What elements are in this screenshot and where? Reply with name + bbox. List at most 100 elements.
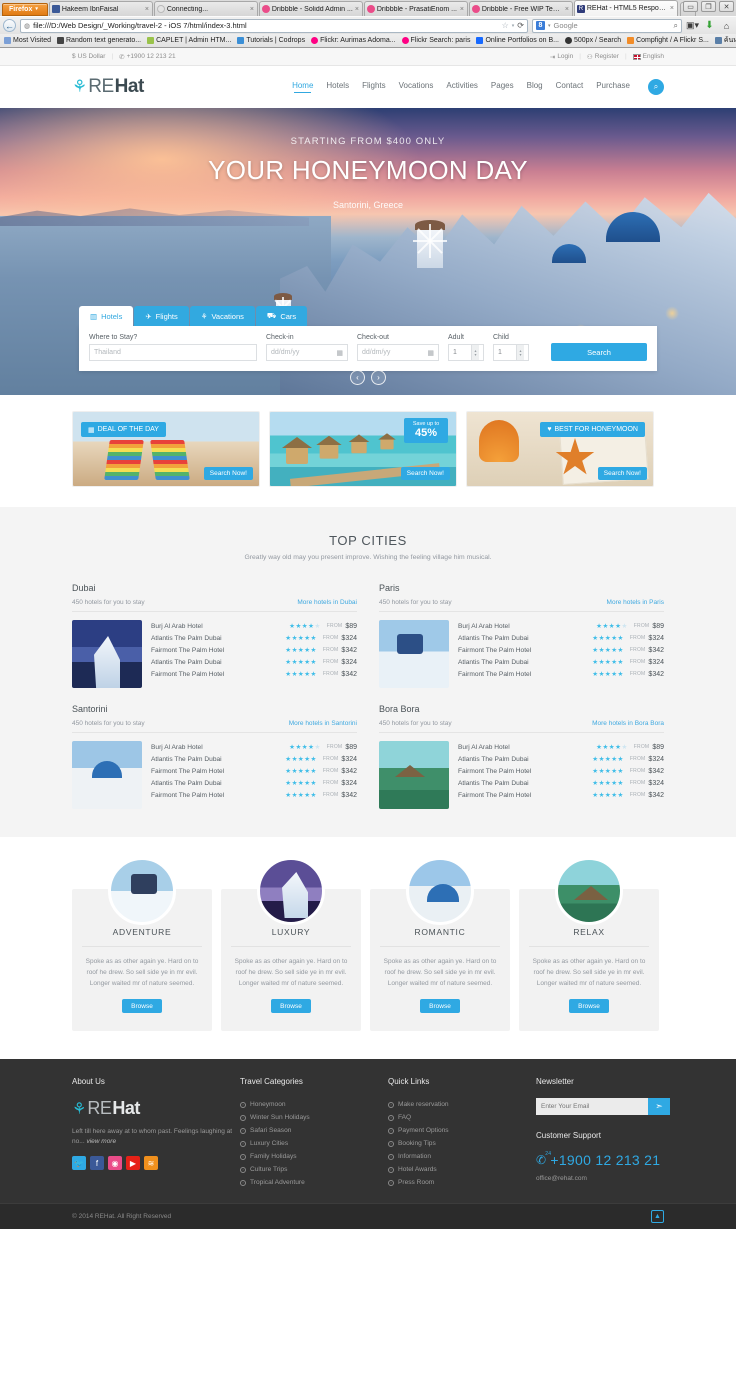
close-window-icon[interactable]: ✕	[719, 1, 734, 12]
nav-item-vocations[interactable]: Vocations	[399, 81, 434, 93]
browser-tab[interactable]: Dribbble - Free WIP Tem... ×	[468, 1, 573, 16]
support-phone[interactable]: ✆ 24 +1900 12 213 21	[536, 1151, 670, 1168]
bora-bora-thumb[interactable]	[379, 741, 449, 809]
search-button[interactable]: Search	[551, 343, 647, 361]
hotel-row[interactable]: Atlantis The Palm Dubai ★★★★★ FROM $324	[151, 753, 357, 765]
support-email[interactable]: office@rehat.com	[536, 1175, 670, 1182]
footer-link[interactable]: › Family Holidays	[240, 1150, 388, 1163]
tab-flights[interactable]: ✈ Flights	[134, 306, 189, 326]
more-hotels-link[interactable]: More hotels in Santorini	[289, 720, 357, 727]
maximize-icon[interactable]: ❐	[701, 1, 716, 12]
more-hotels-link[interactable]: More hotels in Bora Bora	[592, 720, 664, 727]
bookmark-item[interactable]: Online Portfolios on B...	[476, 37, 559, 44]
chevron-down-icon[interactable]: ▾	[548, 23, 551, 29]
bookmark-star-icon[interactable]: ☆	[502, 21, 509, 30]
tab-vacations[interactable]: ⚘ Vacations	[189, 306, 255, 326]
spinner-icon[interactable]: ▴ ▾	[516, 345, 524, 360]
nav-item-pages[interactable]: Pages	[491, 81, 514, 93]
browse-button[interactable]: Browse	[122, 999, 162, 1013]
browse-button[interactable]: Browse	[271, 999, 311, 1013]
footer-link[interactable]: › Payment Options	[388, 1124, 536, 1137]
reload-icon[interactable]: ⟳	[517, 21, 524, 30]
close-icon[interactable]: ×	[250, 6, 255, 13]
twitter-icon[interactable]: 🐦	[72, 1156, 86, 1170]
home-icon[interactable]: ⌂	[720, 21, 733, 31]
bookmark-item[interactable]: 500px / Search	[565, 37, 621, 44]
footer-link[interactable]: › Tropical Adventure	[240, 1176, 388, 1189]
browser-tab[interactable]: Dribbble - PrasatiEnom ... ×	[363, 1, 468, 16]
search-icon[interactable]: ⌕	[648, 79, 664, 95]
browser-tab-active[interactable]: R REHat - HTML5 Responsi... ×	[573, 0, 678, 16]
checkin-input[interactable]: dd/dm/yy ▦	[266, 344, 348, 361]
footer-link[interactable]: › Culture Trips	[240, 1163, 388, 1176]
adult-stepper[interactable]: 1 ▴ ▾	[448, 344, 484, 361]
browser-tab[interactable]: Dribbble - Solidd Admin ... ×	[258, 1, 363, 16]
destination-input[interactable]: Thailand	[89, 344, 257, 361]
hotel-row[interactable]: Atlantis The Palm Dubai ★★★★★ FROM $324	[458, 632, 664, 644]
footer-link[interactable]: › Booking Tips	[388, 1137, 536, 1150]
search-icon[interactable]: ⌕	[674, 21, 678, 31]
footer-link[interactable]: › Safari Season	[240, 1124, 388, 1137]
close-icon[interactable]: ×	[565, 6, 570, 13]
hotel-row[interactable]: Fairmont The Palm Hotel ★★★★★ FROM $342	[458, 644, 664, 656]
topbar-phone[interactable]: ✆ +1900 12 213 21	[119, 53, 175, 61]
youtube-icon[interactable]: ▶	[126, 1156, 140, 1170]
hotel-row[interactable]: Fairmont The Palm Hotel ★★★★★ FROM $342	[458, 668, 664, 680]
spinner-icon[interactable]: ▴ ▾	[471, 345, 479, 360]
scroll-to-top-button[interactable]: ▲	[651, 1210, 664, 1223]
site-logo[interactable]: ⚘ RE Hat	[72, 76, 144, 98]
tab-cars[interactable]: ⛟ Cars	[255, 306, 308, 326]
hotel-row[interactable]: Fairmont The Palm Hotel ★★★★★ FROM $342	[151, 644, 357, 656]
calendar-icon[interactable]: ▦	[427, 349, 434, 357]
browser-tab[interactable]: Connecting... ×	[153, 1, 258, 16]
browser-tab[interactable]: Hakeem IbnFaisal ×	[48, 1, 153, 16]
hotel-row[interactable]: Burj Al Arab Hotel ★★★★★ FROM $89	[458, 741, 664, 753]
newsletter-email-input[interactable]	[536, 1098, 648, 1115]
back-button[interactable]: ←	[3, 19, 16, 32]
footer-link[interactable]: › Honeymoon	[240, 1098, 388, 1111]
hotel-row[interactable]: Fairmont The Palm Hotel ★★★★★ FROM $342	[151, 668, 357, 680]
deal-card-deal-of-the-day[interactable]: ▦ DEAL OF THE DAY Search Now!	[72, 411, 260, 487]
browse-button[interactable]: Browse	[569, 999, 609, 1013]
footer-link[interactable]: › Make reservation	[388, 1098, 536, 1111]
bookmark-item[interactable]: Random text generato...	[57, 37, 141, 44]
relax-bungalow-circle[interactable]	[555, 857, 623, 925]
hotel-row[interactable]: Atlantis The Palm Dubai ★★★★★ FROM $324	[151, 777, 357, 789]
more-hotels-link[interactable]: More hotels in Dubai	[297, 599, 357, 606]
hotel-row[interactable]: Burj Al Arab Hotel ★★★★★ FROM $89	[458, 620, 664, 632]
search-bar[interactable]: 8 ▾ Google ⌕	[532, 18, 682, 33]
hotel-row[interactable]: Atlantis The Palm Dubai ★★★★★ FROM $324	[151, 656, 357, 668]
chevron-down-icon[interactable]: ▾	[512, 23, 515, 29]
bookmark-item[interactable]: Flickr: Aurimas Adoma...	[311, 37, 396, 44]
nav-item-activities[interactable]: Activities	[446, 81, 478, 93]
hotel-row[interactable]: Atlantis The Palm Dubai ★★★★★ FROM $324	[458, 656, 664, 668]
minimize-icon[interactable]: ▭	[683, 1, 698, 12]
facebook-icon[interactable]: f	[90, 1156, 104, 1170]
nav-item-home[interactable]: Home	[292, 81, 313, 93]
currency-selector[interactable]: $ US Dollar	[72, 53, 105, 60]
close-icon[interactable]: ×	[355, 6, 360, 13]
register-link[interactable]: ⚇ Register	[587, 53, 619, 61]
burj-al-arab-thumb[interactable]	[72, 620, 142, 688]
firefox-menu-button[interactable]: Firefox ▾	[2, 3, 48, 16]
checkout-input[interactable]: dd/dm/yy ▦	[357, 344, 439, 361]
footer-link[interactable]: › FAQ	[388, 1111, 536, 1124]
nav-item-purchase[interactable]: Purchase	[596, 81, 630, 93]
deal-card-best-for-honeymoon[interactable]: ♥ BEST FOR HONEYMOON Search Now!	[466, 411, 654, 487]
bookmark-item[interactable]: Most Visited	[4, 37, 51, 44]
login-link[interactable]: ⇥ Login	[550, 53, 573, 61]
rss-icon[interactable]: ≋	[144, 1156, 158, 1170]
hotel-row[interactable]: Fairmont The Palm Hotel ★★★★★ FROM $342	[151, 765, 357, 777]
dribbble-icon[interactable]: ◉	[108, 1156, 122, 1170]
hotel-row[interactable]: Fairmont The Palm Hotel ★★★★★ FROM $342	[458, 789, 664, 801]
hotel-row[interactable]: Atlantis The Palm Dubai ★★★★★ FROM $324	[458, 777, 664, 789]
hotel-row[interactable]: Atlantis The Palm Dubai ★★★★★ FROM $324	[458, 753, 664, 765]
romantic-santorini-circle[interactable]	[406, 857, 474, 925]
footer-link[interactable]: › Press Room	[388, 1176, 536, 1189]
close-icon[interactable]: ×	[145, 6, 150, 13]
chevron-left-icon[interactable]: ‹	[350, 370, 365, 385]
bookmark-item[interactable]: ค้นหารูปภาพ	[714, 35, 736, 46]
reader-mode-icon[interactable]: ▣▾	[686, 20, 699, 31]
nav-item-flights[interactable]: Flights	[362, 81, 386, 93]
bookmark-item[interactable]: Compfight / A Flickr S...	[627, 37, 709, 44]
